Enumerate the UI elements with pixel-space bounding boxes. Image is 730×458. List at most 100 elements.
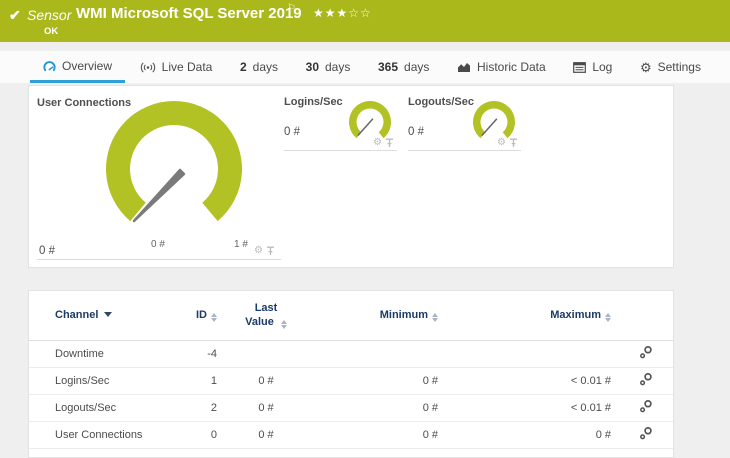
gauge-current-value: 0 # [39,245,55,257]
channel-maximum [438,340,611,368]
stars-filled[interactable]: ★★★ [313,6,348,20]
gear-icon[interactable]: ⚙ [254,246,263,256]
tab-30-days[interactable]: 30 days [293,51,364,83]
channel-minimum: 0 # [315,421,438,449]
channel-id: 0 [175,421,217,449]
channel-settings-icon[interactable] [638,426,653,444]
broadcast-icon [140,62,155,72]
status-text: OK [44,26,59,37]
channel-settings-icon[interactable] [638,399,653,417]
column-header-id[interactable]: ID [175,291,217,341]
channel-minimum: 0 # [315,367,438,395]
channel-name: Downtime [29,340,175,368]
tab-label-num: 2 [239,60,247,74]
ok-check-icon: ✔ [9,7,21,23]
column-header-actions [611,291,673,341]
tab-label: Live Data [161,60,213,74]
tab-2-days[interactable]: 2 days [227,51,291,83]
sort-icon [211,312,217,322]
channel-id: 1 [175,367,217,395]
table-row: Downtime -4 [29,340,673,368]
sort-icon [605,312,611,322]
channel-minimum: 0 # [315,394,438,422]
pin-icon[interactable] [385,138,394,148]
gauge-arc [473,101,515,139]
tab-live-data[interactable]: Live Data [127,51,226,83]
table-row: Logouts/Sec 2 0 # 0 # < 0.01 # [29,394,673,422]
pin-icon[interactable] [266,246,275,256]
tab-settings[interactable]: ⚙ Settings [627,51,714,83]
tab-historic-data[interactable]: Historic Data [444,51,559,83]
column-header-maximum[interactable]: Maximum [438,291,611,341]
area-chart-icon [458,62,470,72]
channel-settings-icon[interactable] [638,372,653,390]
channel-last-value: 0 # [217,421,315,449]
stars-empty[interactable]: ☆☆ [348,6,372,20]
column-header-last-value[interactable]: Last Value [217,291,315,341]
channel-last-value: 0 # [217,394,315,422]
table-row: Logins/Sec 1 0 # 0 # < 0.01 # [29,367,673,395]
gauge-needle [132,168,186,223]
priority-stars[interactable]: ★★★☆☆ [313,6,372,20]
gauge-title: Logins/Sec [284,96,343,108]
column-header-channel[interactable]: Channel [29,291,175,341]
gauge-needle [357,118,374,137]
channels-table: Channel ID Last Value Minimum Maximum Do… [29,291,673,449]
channel-id: -4 [175,340,217,368]
log-icon [573,61,587,73]
channel-maximum: < 0.01 # [438,367,611,395]
channel-maximum: 0 # [438,421,611,449]
tab-overview[interactable]: Overview [30,51,126,83]
gauge-arc [349,101,391,139]
tab-label: days [252,60,279,74]
tab-label: Settings [657,60,701,74]
sensor-title: WMI Microsoft SQL Server 2019 [76,5,302,22]
tab-strip: Overview Live Data 2 days 30 days 365 da… [0,42,730,83]
gauges-panel: User Connections 0 # 1 # 0 # ⚙ Logins/Se… [28,85,674,268]
channel-id: 2 [175,394,217,422]
table-header-row: Channel ID Last Value Minimum Maximum [29,291,673,341]
tab-label: Overview [62,58,113,73]
column-header-minimum[interactable]: Minimum [315,291,438,341]
object-kind-label: Sensor [27,7,72,23]
tab-row: Overview Live Data 2 days 30 days 365 da… [0,51,730,83]
gauge-current-value: 0 # [284,126,300,138]
tab-label: Historic Data [477,60,546,74]
tab-label-num: 30 [305,60,319,74]
gauge-needle [481,118,498,137]
sensor-status-band: ✔ Sensor WMI Microsoft SQL Server 2019 ⚐… [0,0,730,42]
tab-label: Log [592,60,613,74]
channel-last-value: 0 # [217,367,315,395]
user-connections-gauge-chart [106,101,242,223]
flag-icon[interactable]: ⚐ [287,3,296,14]
channel-settings-icon[interactable] [638,345,653,363]
gauge-logouts-sec: Logouts/Sec 0 # ⚙ [408,94,521,151]
tab-log[interactable]: Log [560,51,625,83]
tab-365-days[interactable]: 365 days [365,51,442,83]
gauge-current-value: 0 # [408,126,424,138]
gauge-user-connections: User Connections 0 # 1 # 0 # ⚙ [37,94,281,260]
gear-icon[interactable]: ⚙ [373,138,382,148]
gauge-title: Logouts/Sec [408,96,475,108]
tab-label: days [404,60,430,74]
sort-icon [432,312,438,322]
gauge-min-label: 0 # [151,239,165,250]
gauge-logins-sec: Logins/Sec 0 # ⚙ [284,94,397,151]
channel-name: Logins/Sec [29,367,175,395]
gear-icon: ⚙ [639,59,652,75]
tab-label-num: 365 [377,60,399,74]
channel-last-value [217,340,315,368]
gauge-arc [106,101,242,222]
channel-name: User Connections [29,421,175,449]
gauge-max-label: 1 # [234,239,248,250]
gauge-icon [43,60,56,71]
gear-icon[interactable]: ⚙ [497,138,506,148]
table-row: User Connections 0 0 # 0 # 0 # [29,421,673,449]
tab-label: days [325,60,351,74]
channel-minimum [315,340,438,368]
channel-name: Logouts/Sec [29,394,175,422]
channel-maximum: < 0.01 # [438,394,611,422]
pin-icon[interactable] [509,138,518,148]
channels-table-panel: Channel ID Last Value Minimum Maximum Do… [28,290,674,458]
sort-desc-icon [104,312,113,318]
